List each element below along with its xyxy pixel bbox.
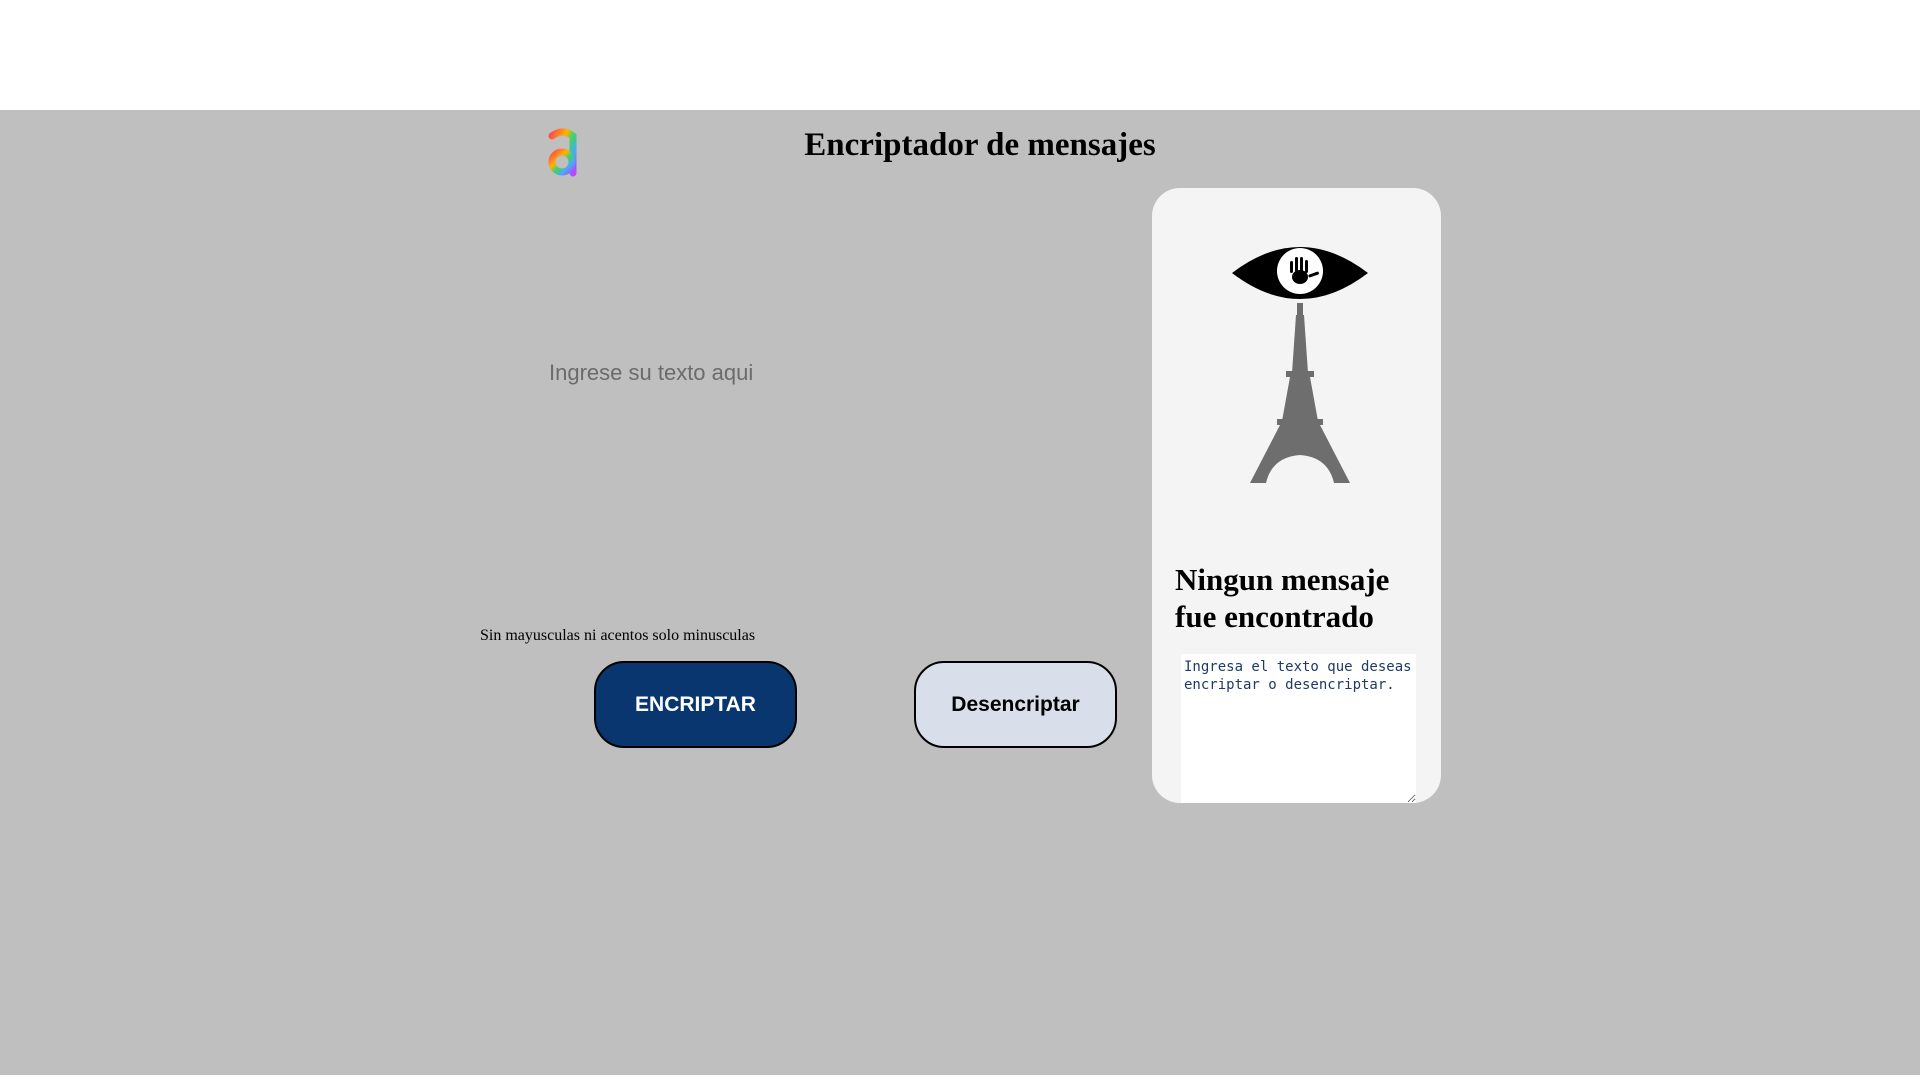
input-hint: Sin mayusculas ni acentos solo minuscula… [480,627,756,644]
message-input[interactable] [549,360,1109,700]
output-textarea[interactable]: Ingresa el texto que deseas encriptar o … [1181,654,1416,803]
no-message-title: Ningun mensaje fue encontrado [1175,562,1390,634]
page-title: Encriptador de mensajes [804,127,1156,163]
output-panel: Ningun mensaje fue encontrado Ingresa el… [1152,188,1441,803]
eye-eiffel-tower-icon [1232,247,1368,483]
app-page: Encriptador de mensajes Sin mayusculas n… [0,110,1920,1075]
decrypt-button[interactable]: Desencriptar [914,661,1117,748]
encrypt-button[interactable]: ENCRIPTAR [594,661,797,748]
